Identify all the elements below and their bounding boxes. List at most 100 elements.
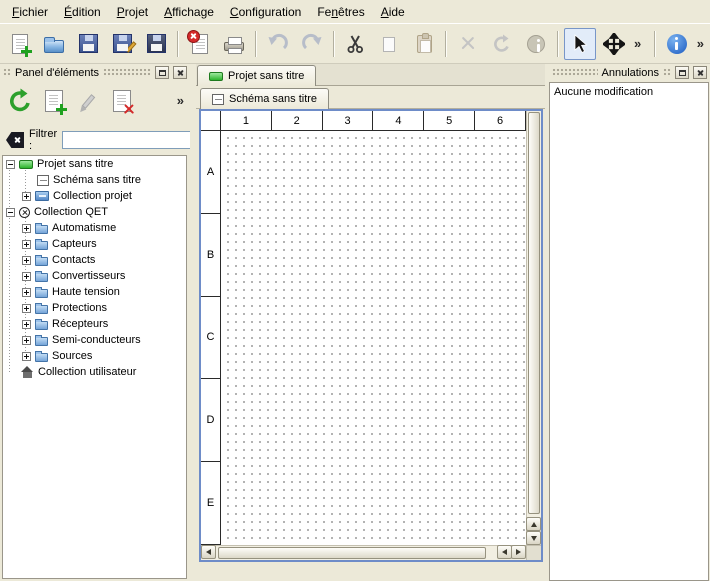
save-project-as-button[interactable] — [106, 28, 138, 60]
collapse-expander-icon[interactable] — [6, 160, 15, 169]
folder-icon — [35, 273, 48, 282]
menu-fenetres[interactable]: Fenêtres — [309, 1, 372, 23]
new-element-button[interactable] — [37, 84, 71, 118]
help-toolbar-overflow-button[interactable]: » — [694, 36, 707, 51]
schema-canvas[interactable] — [221, 131, 526, 545]
vscroll-thumb[interactable] — [528, 112, 540, 514]
hscroll-left-button-2[interactable] — [497, 545, 512, 559]
hscroll-left-button[interactable] — [201, 545, 216, 559]
dock-close-button[interactable] — [173, 66, 187, 79]
select-mode-button[interactable] — [564, 28, 596, 60]
save-project-button[interactable] — [72, 28, 104, 60]
expand-expander-icon[interactable] — [22, 240, 31, 249]
undo-history-list[interactable]: Aucune modification — [549, 82, 709, 581]
tree-item-project[interactable]: Projet sans titre — [3, 156, 186, 172]
delete-button[interactable] — [452, 28, 484, 60]
column-label: 2 — [272, 111, 323, 130]
tree-item-sources[interactable]: Sources — [3, 348, 186, 364]
filter-label: Filtrer : — [29, 128, 57, 152]
undo-button[interactable] — [262, 28, 294, 60]
paste-button[interactable] — [408, 28, 440, 60]
expand-expander-icon[interactable] — [22, 256, 31, 265]
undo-dock-titlebar[interactable]: Annulations — [549, 64, 710, 81]
toolbar-overflow-button[interactable]: » — [631, 36, 644, 51]
clear-filter-button[interactable] — [6, 132, 24, 148]
vscroll-down-button[interactable] — [526, 531, 541, 545]
delete-element-button[interactable] — [105, 84, 139, 118]
tree-item-contacts[interactable]: Contacts — [3, 252, 186, 268]
elements-toolbar-overflow-button[interactable]: » — [177, 93, 184, 108]
tree-item-label: Schéma sans titre — [53, 174, 141, 186]
expand-expander-icon[interactable] — [22, 336, 31, 345]
project-icon — [19, 160, 33, 169]
clipboard-icon — [417, 35, 432, 53]
dock-texture — [3, 68, 11, 77]
tree-item-capteurs[interactable]: Capteurs — [3, 236, 186, 252]
hscroll-right-button[interactable] — [511, 545, 526, 559]
toolbar-separator — [255, 31, 257, 57]
expand-expander-icon[interactable] — [22, 288, 31, 297]
tree-item-collection-projet[interactable]: Collection projet — [3, 188, 186, 204]
dock-title-label: Annulations — [602, 67, 660, 79]
edit-element-button[interactable] — [71, 84, 105, 118]
new-project-button[interactable] — [4, 28, 36, 60]
properties-button[interactable] — [520, 28, 552, 60]
open-project-button[interactable] — [38, 28, 70, 60]
toolbar-separator — [445, 31, 447, 57]
undo-empty-message: Aucune modification — [554, 86, 653, 98]
menu-projet[interactable]: Projet — [109, 1, 156, 23]
floppy-icon — [79, 34, 98, 53]
tree-item-haute-tension[interactable]: Haute tension — [3, 284, 186, 300]
tree-item-semi-conducteurs[interactable]: Semi-conducteurs — [3, 332, 186, 348]
expand-expander-icon[interactable] — [22, 224, 31, 233]
toolbar-separator — [177, 31, 179, 57]
cut-button[interactable] — [340, 28, 372, 60]
save-all-button[interactable] — [140, 28, 172, 60]
expand-expander-icon[interactable] — [22, 304, 31, 313]
schema-icon — [212, 94, 224, 105]
red-x-badge-icon — [123, 103, 135, 115]
copy-button[interactable] — [374, 28, 406, 60]
folder-icon — [35, 241, 48, 250]
dock-texture — [663, 68, 671, 77]
expand-expander-icon[interactable] — [22, 352, 31, 361]
print-button[interactable] — [218, 28, 250, 60]
tree-item-automatisme[interactable]: Automatisme — [3, 220, 186, 236]
elements-dock-titlebar[interactable]: Panel d'éléments — [0, 64, 190, 81]
reload-collections-button[interactable] — [3, 84, 37, 118]
project-tab[interactable]: Projet sans titre — [197, 65, 316, 86]
tree-item-collection-utilisateur[interactable]: Collection utilisateur — [3, 364, 186, 380]
menu-configuration[interactable]: Configuration — [222, 1, 309, 23]
tree-item-convertisseurs[interactable]: Convertisseurs — [3, 268, 186, 284]
new-element-icon — [45, 90, 63, 112]
schema-tab[interactable]: Schéma sans titre — [200, 88, 329, 109]
collapse-expander-icon[interactable] — [6, 208, 15, 217]
hscroll-thumb[interactable] — [218, 547, 486, 559]
menu-fichier[interactable]: Fichier — [4, 1, 56, 23]
vscroll-up-button[interactable] — [526, 517, 541, 531]
dock-close-button[interactable] — [693, 66, 707, 79]
expand-expander-icon[interactable] — [22, 192, 31, 201]
tree-item-schema[interactable]: Schéma sans titre — [3, 172, 186, 188]
elements-panel-dock: Panel d'éléments » Filtrer : Projet s — [0, 64, 190, 581]
tree-item-collection-qet[interactable]: Collection QET — [3, 204, 186, 220]
close-project-button[interactable] — [184, 28, 216, 60]
open-folder-icon — [44, 40, 64, 53]
horizontal-scrollbar[interactable] — [201, 545, 526, 560]
expand-expander-icon[interactable] — [22, 320, 31, 329]
row-label: C — [201, 297, 220, 380]
dock-float-button[interactable] — [155, 66, 169, 79]
about-button[interactable] — [661, 28, 693, 60]
rotate-button[interactable] — [486, 28, 518, 60]
dock-float-button[interactable] — [675, 66, 689, 79]
menu-aide[interactable]: Aide — [373, 1, 413, 23]
redo-button[interactable] — [296, 28, 328, 60]
tree-item-recepteurs[interactable]: Récepteurs — [3, 316, 186, 332]
scroll-mode-button[interactable] — [598, 28, 630, 60]
tree-item-protections[interactable]: Protections — [3, 300, 186, 316]
vertical-scrollbar[interactable] — [526, 111, 541, 545]
menu-edition[interactable]: Édition — [56, 1, 109, 23]
tree-item-label: Haute tension — [52, 286, 120, 298]
expand-expander-icon[interactable] — [22, 272, 31, 281]
menu-affichage[interactable]: Affichage — [156, 1, 222, 23]
